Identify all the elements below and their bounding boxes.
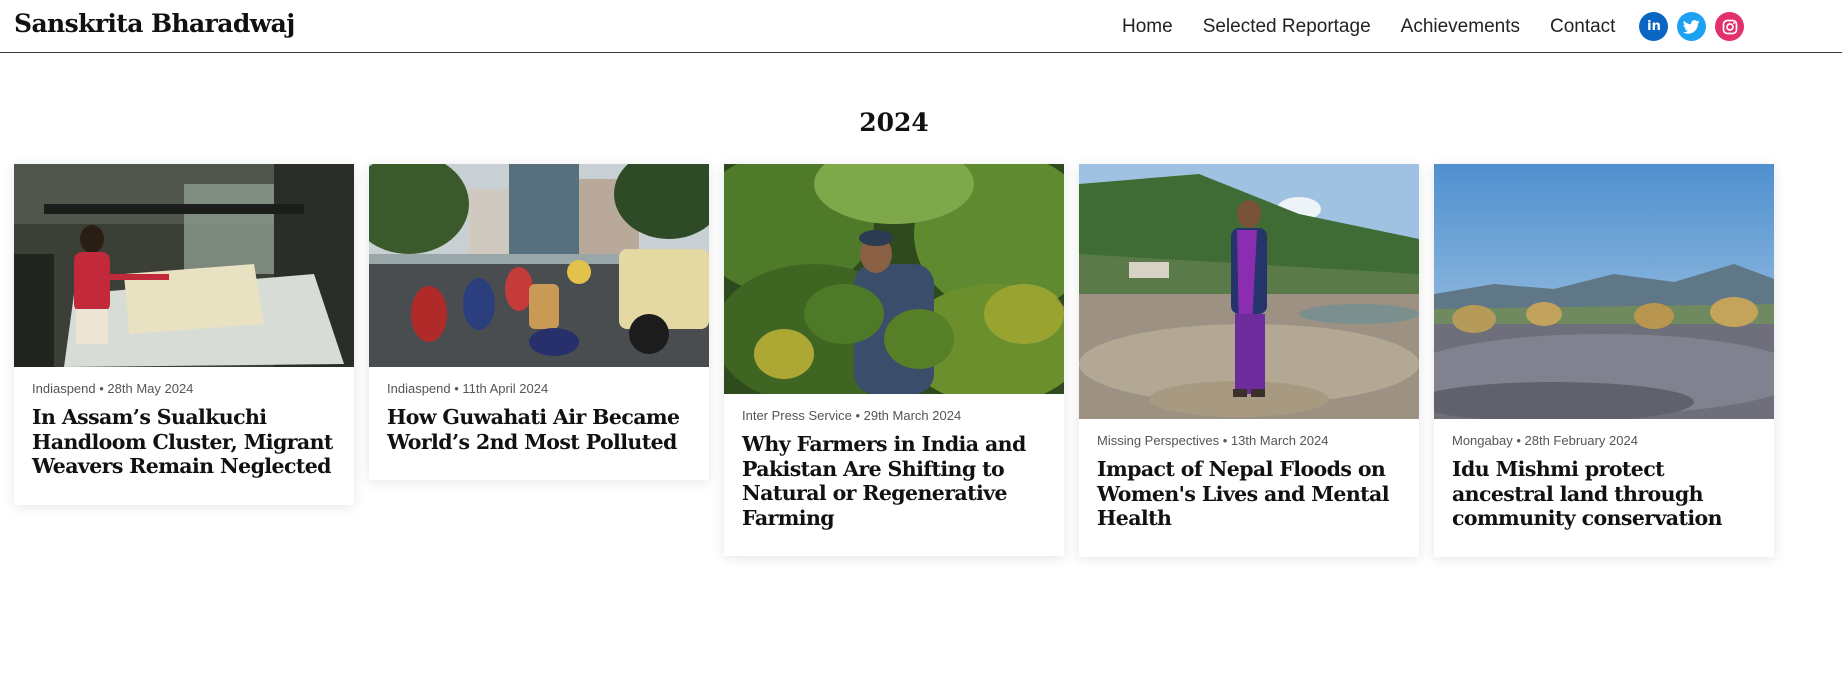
article-title[interactable]: In Assam’s Sualkuchi Handloom Cluster, M… — [32, 405, 336, 479]
instagram-camera-glyph — [1722, 19, 1738, 34]
main-nav: Home Selected Reportage Achievements Con… — [1122, 12, 1753, 41]
article-date: 28th May 2024 — [107, 381, 194, 396]
article-title[interactable]: Why Farmers in India and Pakistan Are Sh… — [742, 432, 1046, 530]
article-image[interactable] — [1434, 164, 1774, 419]
article-card[interactable]: Indiaspend • 28th May 2024 In Assam’s Su… — [14, 164, 354, 505]
article-card[interactable]: Mongabay • 28th February 2024 Idu Mishmi… — [1434, 164, 1774, 557]
article-outlet: Missing Perspectives — [1097, 433, 1220, 448]
article-image[interactable] — [724, 164, 1064, 394]
article-title[interactable]: Idu Mishmi protect ancestral land throug… — [1452, 457, 1756, 531]
article-grid: Indiaspend • 28th May 2024 In Assam’s Su… — [14, 164, 1774, 557]
article-outlet: Indiaspend — [32, 381, 96, 396]
instagram-icon[interactable] — [1715, 12, 1745, 41]
nav-contact[interactable]: Contact — [1550, 16, 1615, 38]
site-logo[interactable]: Sanskrita Bharadwaj — [14, 9, 295, 38]
twitter-icon[interactable] — [1677, 12, 1707, 41]
nav-achievements[interactable]: Achievements — [1401, 16, 1520, 38]
nav-selected-reportage[interactable]: Selected Reportage — [1203, 16, 1371, 38]
article-title[interactable]: Impact of Nepal Floods on Women's Lives … — [1097, 457, 1401, 531]
twitter-bird-glyph — [1683, 19, 1701, 34]
article-outlet: Mongabay — [1452, 433, 1513, 448]
article-outlet: Indiaspend — [387, 381, 451, 396]
article-outlet: Inter Press Service — [742, 408, 852, 423]
article-date: 11th April 2024 — [462, 381, 549, 396]
site-header: Sanskrita Bharadwaj Home Selected Report… — [0, 0, 1842, 53]
article-card[interactable]: Indiaspend • 11th April 2024 How Guwahat… — [369, 164, 709, 480]
article-date: 28th February 2024 — [1524, 433, 1638, 448]
article-title[interactable]: How Guwahati Air Became World’s 2nd Most… — [387, 405, 691, 454]
article-image[interactable] — [369, 164, 709, 367]
article-date: 29th March 2024 — [863, 408, 962, 423]
article-card[interactable]: Inter Press Service • 29th March 2024 Wh… — [724, 164, 1064, 556]
article-date: 13th March 2024 — [1230, 433, 1329, 448]
social-links: in — [1639, 12, 1753, 41]
article-card[interactable]: Missing Perspectives • 13th March 2024 I… — [1079, 164, 1419, 557]
section-year-heading: 2024 — [859, 108, 929, 137]
article-image[interactable] — [14, 164, 354, 367]
nav-home[interactable]: Home — [1122, 16, 1173, 38]
linkedin-icon[interactable]: in — [1639, 12, 1669, 41]
article-image[interactable] — [1079, 164, 1419, 419]
